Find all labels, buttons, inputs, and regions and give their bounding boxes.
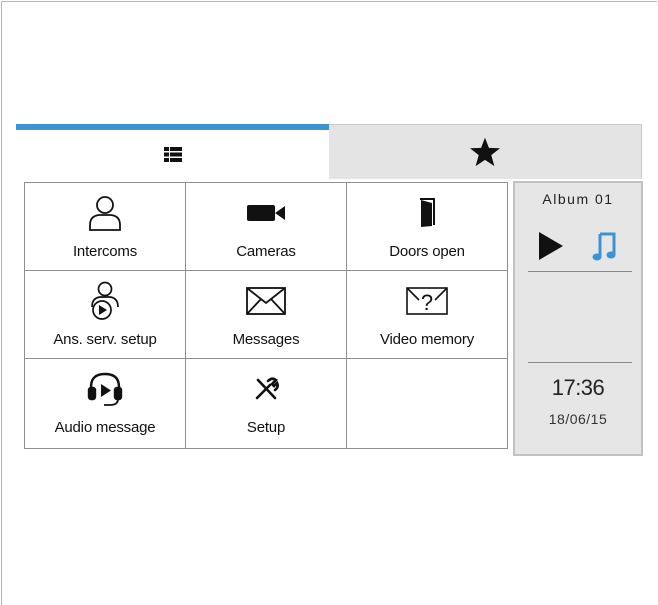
- messages-label: Messages: [232, 331, 300, 348]
- door-icon: [416, 193, 438, 233]
- clock-time: 17:36: [551, 375, 605, 400]
- doors-open-button[interactable]: Doors open: [347, 183, 507, 271]
- doors-open-label: Doors open: [389, 243, 465, 260]
- audio-message-label: Audio message: [54, 419, 156, 436]
- answering-service-icon: [85, 281, 125, 321]
- tab-menu-list[interactable]: [16, 124, 329, 179]
- ans-serv-setup-button[interactable]: Ans. serv. setup: [25, 271, 186, 359]
- audio-message-button[interactable]: Audio message: [25, 359, 186, 448]
- intercoms-label: Intercoms: [72, 243, 138, 260]
- empty-menu-slot: [347, 359, 507, 448]
- music-note-icon[interactable]: [592, 228, 618, 267]
- cameras-label: Cameras: [236, 243, 296, 260]
- setup-label: Setup: [246, 419, 286, 436]
- envelope-question-icon: ?: [405, 281, 449, 321]
- intercoms-button[interactable]: Intercoms: [25, 183, 186, 271]
- tools-icon: [253, 369, 279, 409]
- panel-divider-bottom: [528, 362, 632, 363]
- menu-grid: Intercoms Cameras Doors open Ans. serv. …: [24, 182, 508, 449]
- ans-serv-setup-label: Ans. serv. setup: [53, 331, 157, 348]
- cameras-button[interactable]: Cameras: [186, 183, 347, 271]
- video-memory-label: Video memory: [379, 331, 475, 348]
- setup-button[interactable]: Setup: [186, 359, 347, 448]
- camera-icon: [245, 193, 287, 233]
- media-clock-panel: Album 01 17:36 18/06/15: [513, 181, 643, 456]
- envelope-icon: [245, 281, 287, 321]
- headset-play-icon: [86, 369, 124, 409]
- tab-favorites[interactable]: [329, 124, 642, 179]
- messages-button[interactable]: Messages: [186, 271, 347, 359]
- album-title: Album 01: [542, 191, 614, 207]
- svg-text:?: ?: [421, 290, 433, 315]
- grid-list-icon: [163, 147, 182, 162]
- star-icon: [469, 137, 501, 167]
- video-memory-button[interactable]: ? Video memory: [347, 271, 507, 359]
- clock-date: 18/06/15: [548, 411, 608, 427]
- play-icon[interactable]: [538, 231, 564, 266]
- panel-divider-top: [528, 271, 632, 272]
- person-icon: [87, 193, 123, 233]
